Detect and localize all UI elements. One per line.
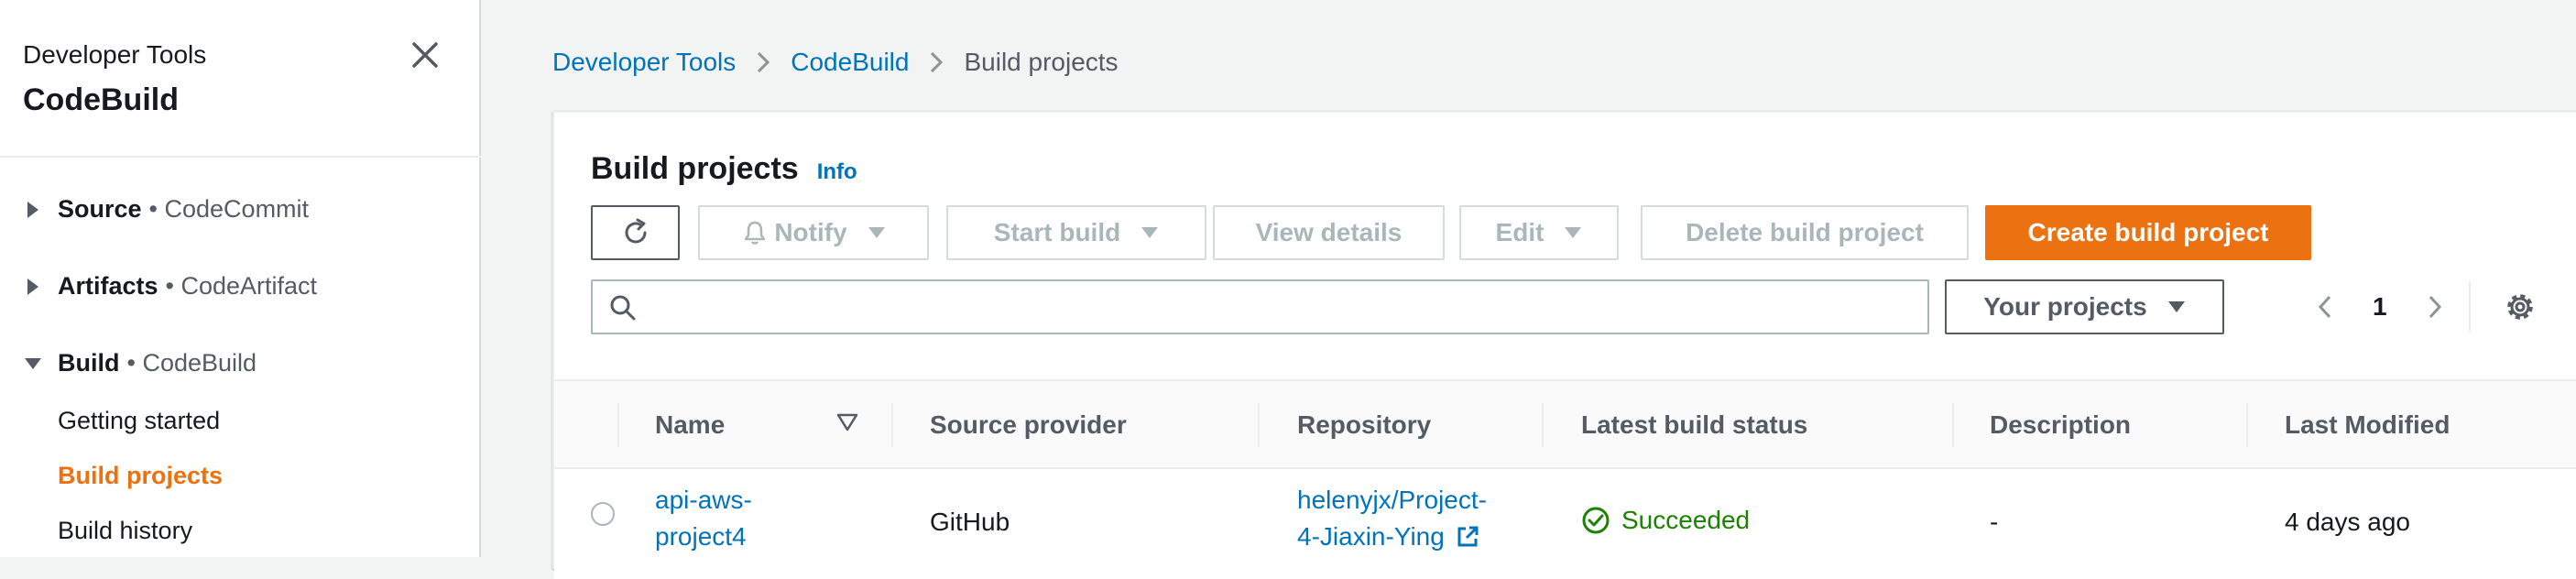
caret-right-icon bbox=[23, 200, 43, 220]
search-field[interactable] bbox=[591, 279, 1929, 334]
start-build-button[interactable]: Start build bbox=[946, 205, 1206, 260]
column-divider bbox=[2246, 403, 2248, 447]
table-header: Name Source provider Repository Latest b… bbox=[554, 379, 2576, 469]
edit-button[interactable]: Edit bbox=[1459, 205, 1619, 260]
column-header-description[interactable]: Description bbox=[1990, 381, 2131, 469]
create-label: Create build project bbox=[2027, 218, 2269, 246]
build-projects-panel: Build projects Info Notify Start build V… bbox=[552, 111, 2576, 579]
view-details-button[interactable]: View details bbox=[1213, 205, 1445, 260]
sidebar-service-name: Developer Tools bbox=[23, 40, 207, 69]
breadcrumb-developer-tools[interactable]: Developer Tools bbox=[552, 48, 736, 77]
breadcrumb: Developer Tools CodeBuild Build projects bbox=[552, 48, 1119, 77]
caret-down-icon bbox=[868, 226, 886, 239]
sidebar-group-artifacts[interactable]: Artifacts • CodeArtifact bbox=[23, 272, 317, 300]
source-provider-cell: GitHub bbox=[930, 508, 1010, 536]
create-build-project-button[interactable]: Create build project bbox=[1985, 205, 2311, 260]
toolbar-divider bbox=[2469, 281, 2471, 333]
sidebar-group-sublabel: • CodeArtifact bbox=[165, 272, 318, 300]
sidebar-item-build-projects[interactable]: Build projects bbox=[58, 462, 223, 490]
search-input[interactable] bbox=[651, 289, 1916, 325]
breadcrumb-codebuild[interactable]: CodeBuild bbox=[791, 48, 909, 77]
column-divider bbox=[1258, 403, 1260, 447]
column-divider bbox=[617, 403, 619, 447]
chevron-left-icon[interactable] bbox=[2307, 283, 2343, 331]
column-divider bbox=[1542, 403, 1544, 447]
sidebar: Developer Tools CodeBuild Source • CodeC… bbox=[0, 0, 481, 557]
external-link-icon bbox=[1456, 525, 1479, 549]
page-number[interactable]: 1 bbox=[2373, 292, 2387, 322]
column-divider bbox=[891, 403, 893, 447]
chevron-right-icon bbox=[756, 50, 770, 74]
edit-label: Edit bbox=[1495, 218, 1545, 246]
sidebar-divider bbox=[0, 156, 481, 158]
project-name-line2: project4 bbox=[655, 522, 747, 551]
column-divider bbox=[1952, 403, 1954, 447]
refresh-icon bbox=[625, 218, 646, 244]
notify-button[interactable]: Notify bbox=[698, 205, 929, 260]
chevron-right-icon[interactable] bbox=[2417, 283, 2453, 331]
sidebar-group-sublabel: • CodeCommit bbox=[148, 195, 310, 223]
chevron-right-icon bbox=[929, 50, 944, 74]
start-build-label: Start build bbox=[993, 218, 1121, 246]
sidebar-group-source[interactable]: Source • CodeCommit bbox=[23, 195, 309, 224]
info-link[interactable]: Info bbox=[817, 159, 857, 185]
sidebar-group-label: Artifacts bbox=[58, 272, 158, 300]
sidebar-item-getting-started[interactable]: Getting started bbox=[58, 407, 220, 435]
repository-line2: 4-Jiaxin-Ying bbox=[1297, 522, 1445, 551]
delete-label: Delete build project bbox=[1686, 218, 1924, 246]
column-header-name[interactable]: Name bbox=[655, 381, 725, 469]
project-name-line1: api-aws- bbox=[655, 486, 752, 514]
column-header-latest-build-status[interactable]: Latest build status bbox=[1581, 381, 1807, 469]
breadcrumb-current: Build projects bbox=[964, 48, 1119, 76]
description-cell: - bbox=[1990, 508, 1999, 536]
bell-icon bbox=[745, 221, 766, 245]
close-icon[interactable] bbox=[407, 37, 443, 73]
sidebar-group-build[interactable]: Build • CodeBuild bbox=[23, 349, 257, 377]
panel-header: Build projects Info bbox=[591, 151, 857, 187]
sidebar-group-sublabel: • CodeBuild bbox=[126, 349, 257, 377]
sort-down-icon[interactable] bbox=[836, 412, 858, 437]
table-row: api-aws- project4 GitHub helenyjx/Projec… bbox=[554, 469, 2576, 579]
refresh-button[interactable] bbox=[591, 205, 680, 260]
pagination: 1 bbox=[2307, 283, 2453, 331]
page-title: Build projects bbox=[591, 151, 799, 186]
your-projects-label: Your projects bbox=[1983, 292, 2147, 321]
sidebar-group-label: Source bbox=[58, 195, 142, 223]
repository-link[interactable]: helenyjx/Project- 4-Jiaxin-Ying bbox=[1297, 482, 1487, 555]
column-header-last-modified[interactable]: Last Modified bbox=[2285, 381, 2450, 469]
caret-down-icon bbox=[1141, 226, 1159, 239]
sidebar-title: CodeBuild bbox=[23, 82, 179, 117]
success-check-icon bbox=[1582, 507, 1610, 534]
caret-right-icon bbox=[23, 277, 43, 297]
column-header-source-provider[interactable]: Source provider bbox=[930, 381, 1127, 469]
delete-build-project-button[interactable]: Delete build project bbox=[1641, 205, 1969, 260]
repository-line1: helenyjx/Project- bbox=[1297, 486, 1487, 514]
view-details-label: View details bbox=[1255, 218, 1403, 246]
column-header-repository[interactable]: Repository bbox=[1297, 381, 1431, 469]
caret-down-icon bbox=[23, 354, 43, 374]
your-projects-dropdown[interactable]: Your projects bbox=[1945, 279, 2224, 334]
search-icon bbox=[609, 294, 637, 326]
gear-icon[interactable] bbox=[2502, 289, 2538, 325]
project-name-link[interactable]: api-aws- project4 bbox=[655, 482, 752, 555]
caret-down-icon bbox=[1564, 226, 1582, 239]
notify-label: Notify bbox=[774, 218, 847, 246]
build-status-cell: Succeeded bbox=[1581, 506, 1750, 535]
row-select-radio[interactable] bbox=[591, 502, 615, 526]
last-modified-cell: 4 days ago bbox=[2285, 508, 2410, 536]
sidebar-group-label: Build bbox=[58, 349, 120, 377]
build-status-label: Succeeded bbox=[1621, 506, 1751, 534]
sidebar-item-build-history[interactable]: Build history bbox=[58, 517, 192, 545]
caret-down-icon bbox=[2167, 300, 2186, 313]
